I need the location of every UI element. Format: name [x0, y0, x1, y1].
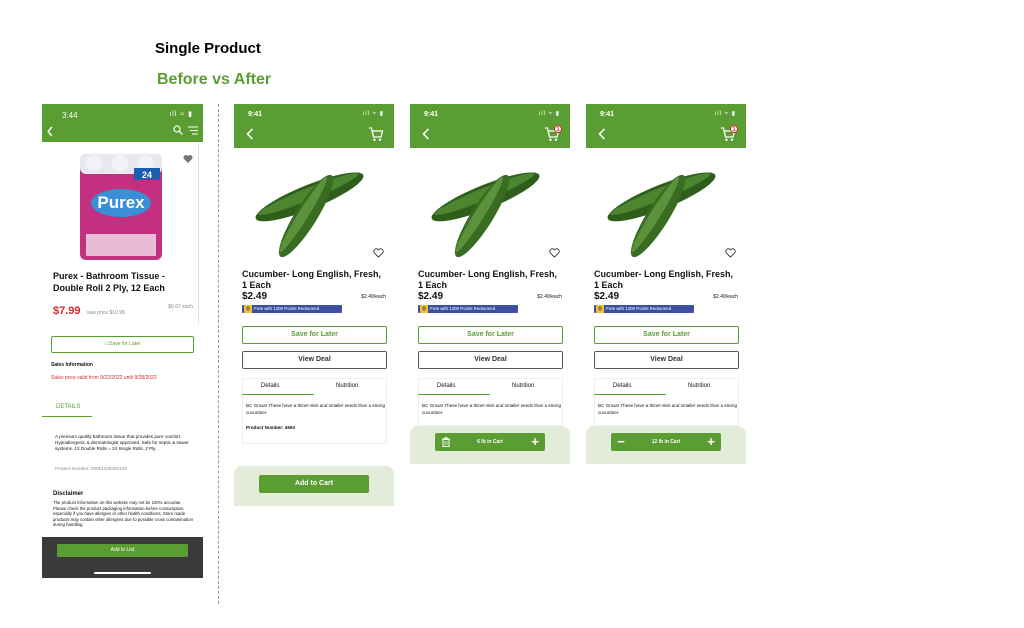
view-deal-button[interactable]: View Deal [594, 351, 739, 369]
back-icon[interactable] [422, 128, 430, 140]
product-title: Cucumber- Long English, Fresh, 1 Each [242, 269, 382, 290]
unit-price: $2.49/each [361, 294, 386, 300]
add-to-list-button[interactable]: Add to List [57, 544, 188, 557]
tab-details[interactable]: Details [261, 383, 279, 389]
status-icons: ıll ≈ ▮ [169, 111, 193, 118]
sales-info-label: Sales Information [51, 362, 93, 368]
product-description: A premium quality bathroom tissue that p… [55, 434, 189, 451]
cart-quantity-stepper: − 12 lb in Cart + [611, 433, 721, 451]
points-logo-icon: Ⓢ [420, 305, 428, 313]
product-number: Product Number: 00061328482145 [55, 466, 127, 471]
points-logo-icon: Ⓢ [596, 305, 604, 313]
app-header: 9:41 ıll ≈ ▮ [234, 104, 394, 148]
product-title: Cucumber- Long English, Fresh, 1 Each [594, 269, 734, 290]
tab-underline [242, 394, 314, 395]
tab-underline [42, 416, 92, 417]
heart-icon[interactable] [373, 248, 384, 258]
points-promo-badge: Ⓢ Free with 1200 Points Redeemed [242, 305, 342, 313]
phone-after-in-cart-6lb: 9:41 ıll ≈ ▮ 1 Cucumber- Long English, F… [410, 104, 570, 464]
promo-text: Free with 1200 Points Redeemed [606, 306, 672, 311]
tab-nutrition[interactable]: Nutrition [512, 383, 534, 389]
tab-details[interactable]: Details [437, 383, 455, 389]
cart-icon[interactable] [368, 126, 384, 142]
tab-nutrition[interactable]: Nutrition [688, 383, 710, 389]
tab-underline [418, 394, 490, 395]
heart-icon[interactable] [725, 248, 736, 258]
unit-price: $0.67 each [168, 304, 193, 310]
points-promo-badge: Ⓢ Free with 1200 Points Redeemed [418, 305, 518, 313]
product-number: Product Number: 4593 [246, 425, 296, 430]
view-deal-button[interactable]: View Deal [242, 351, 387, 369]
save-for-later-button[interactable]: Save for Later [594, 326, 739, 344]
view-deal-button[interactable]: View Deal [418, 351, 563, 369]
status-icons: ıll ≈ ▮ [714, 111, 736, 117]
scrollbar[interactable] [198, 144, 199, 324]
search-icon[interactable] [173, 125, 183, 135]
filter-icon[interactable] [188, 126, 198, 135]
svg-text:Purex: Purex [97, 193, 145, 212]
promo-text: Free with 1200 Points Redeemed [430, 306, 496, 311]
page-title: Single Product [155, 40, 261, 57]
status-icons: ıll ≈ ▮ [538, 111, 560, 117]
product-image [431, 172, 540, 258]
price-row: $7.99 was price $10.99 $0.67 each [53, 301, 193, 317]
plus-icon[interactable]: + [529, 435, 541, 449]
back-icon[interactable] [246, 128, 254, 140]
app-header: 3:44 ıll ≈ ▮ [42, 104, 203, 142]
product-description: BC Grown These have a thiner skin and sm… [246, 403, 386, 415]
product-image [255, 172, 364, 258]
unit-price: $2.49/each [713, 294, 738, 300]
tab-nutrition[interactable]: Nutrition [336, 383, 358, 389]
phone-before: 3:44 ıll ≈ ▮ Purex 24 Purex - Bathroom T… [42, 104, 203, 578]
save-for-later-button[interactable]: Save for Later [418, 326, 563, 344]
product-price: $2.49 [418, 291, 444, 302]
tab-underline [594, 394, 666, 395]
status-time: 3:44 [62, 111, 78, 120]
heart-icon[interactable] [549, 248, 560, 258]
save-for-later-button[interactable]: ▭Save for Later [51, 336, 194, 353]
points-promo-badge: Ⓢ Free with 1200 Points Redeemed [594, 305, 694, 313]
cart-quantity-stepper: 6 lb in Cart + [435, 433, 545, 451]
disclaimer-text: The product information on this website … [53, 500, 193, 528]
page-subtitle: Before vs After [157, 71, 272, 88]
plus-icon[interactable]: + [705, 435, 717, 449]
cart-count-badge: 1 [554, 125, 562, 133]
app-header: 9:41 ıll ≈ ▮ 1 [410, 104, 570, 148]
cart-count-badge: 1 [730, 125, 738, 133]
tab-details[interactable]: DETAILS [56, 404, 81, 410]
disclaimer-title: Disclaimer [53, 491, 84, 497]
back-icon[interactable] [46, 126, 54, 137]
status-time: 9:41 [600, 111, 615, 118]
points-logo-icon: Ⓢ [244, 305, 252, 313]
save-for-later-button[interactable]: Save for Later [242, 326, 387, 344]
tab-details[interactable]: Details [613, 383, 631, 389]
product-description: BC Grown These have a thiner skin and sm… [422, 403, 562, 415]
product-title: Cucumber- Long English, Fresh, 1 Each [418, 269, 558, 290]
product-image: Purex 24 [80, 154, 162, 260]
product-image [607, 172, 716, 258]
heart-icon[interactable] [183, 154, 193, 164]
add-to-cart-button[interactable]: Add to Cart [259, 475, 369, 493]
unit-price: $2.49/each [537, 294, 562, 300]
was-price: was price $10.99 [86, 310, 125, 316]
product-price: $2.49 [242, 291, 268, 302]
sales-dates: Sales price valid from 9/22/2022 until 9… [51, 375, 157, 381]
before-after-divider [218, 104, 219, 604]
save-label: Save for Later [109, 341, 141, 347]
back-icon[interactable] [598, 128, 606, 140]
app-header: 9:41 ıll ≈ ▮ 1 [586, 104, 746, 148]
svg-text:24: 24 [142, 170, 152, 180]
product-title: Purex - Bathroom Tissue - Double Roll 2 … [53, 271, 165, 293]
status-time: 9:41 [424, 111, 439, 118]
phone-after-in-cart-12lb: 9:41 ıll ≈ ▮ 1 Cucumber- Long English, F… [586, 104, 746, 464]
status-icons: ıll ≈ ▮ [362, 111, 384, 117]
sale-price: $7.99 [53, 305, 81, 317]
product-description: BC Grown These have a thiner skin and sm… [598, 403, 738, 415]
phone-after-default: 9:41 ıll ≈ ▮ Cucumber- Long English, Fre… [234, 104, 394, 506]
status-time: 9:41 [248, 111, 263, 118]
promo-text: Free with 1200 Points Redeemed [254, 306, 320, 311]
home-indicator [94, 572, 151, 574]
product-price: $2.49 [594, 291, 620, 302]
